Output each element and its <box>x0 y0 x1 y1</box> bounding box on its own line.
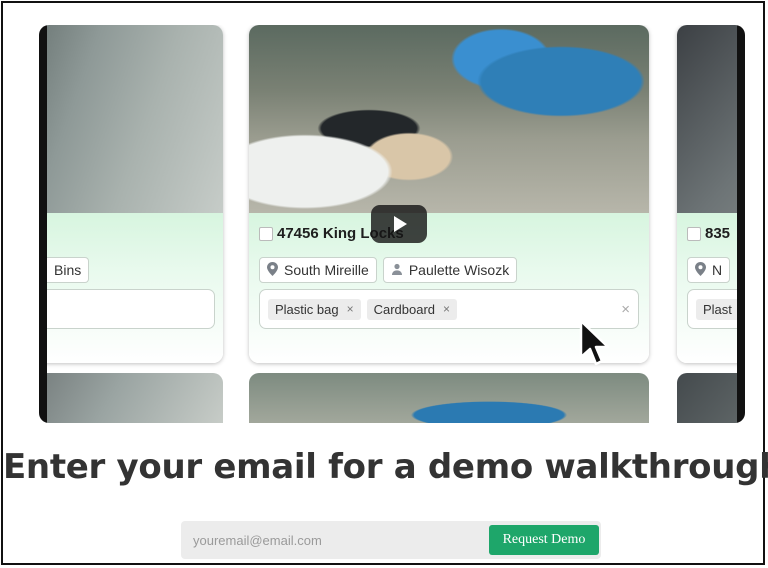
video-frame: Bins 47456 King Locks South Mireille Pau… <box>47 25 737 423</box>
card-body: 835 N Plast <box>677 213 737 363</box>
tag-chip: Plast <box>696 298 737 320</box>
report-card-lower-center <box>249 373 649 423</box>
select-checkbox[interactable] <box>687 226 701 241</box>
report-card-lower-right <box>677 373 737 423</box>
address-text: 835 <box>705 225 731 242</box>
tag-select[interactable]: Plast <box>687 289 737 329</box>
remove-tag-icon[interactable]: × <box>347 302 354 316</box>
location-label: N <box>712 262 723 278</box>
location-label: South Mireille <box>284 262 369 278</box>
map-pin-icon <box>695 261 706 279</box>
tag-chip: Plastic bag × <box>268 298 361 320</box>
page-frame: Bins 47456 King Locks South Mireille Pau… <box>1 1 768 565</box>
location-chip[interactable]: South Mireille <box>259 257 377 283</box>
person-chip[interactable]: Paulette Wisozk <box>382 257 518 283</box>
tag-chip: Cardboard × <box>366 298 458 320</box>
card-body: Bins <box>47 213 223 363</box>
card-chips: South Mireille Paulette Wisozk <box>259 257 518 283</box>
bins-chip[interactable]: Bins <box>47 257 90 283</box>
person-icon <box>391 263 403 278</box>
dumpster-photo <box>677 25 737 213</box>
card-chips: N <box>687 257 731 283</box>
request-demo-button[interactable]: Request Demo <box>489 525 599 555</box>
email-form: Request Demo <box>181 521 601 559</box>
report-card-right[interactable]: 835 N Plast <box>677 25 737 363</box>
play-icon <box>394 216 407 232</box>
clear-tags-icon[interactable]: × <box>621 301 630 318</box>
mouse-cursor-icon <box>579 319 610 366</box>
person-label: Paulette Wisozk <box>408 262 510 278</box>
dumpster-photo <box>47 25 223 213</box>
dumpster-photo <box>249 25 649 213</box>
map-pin-icon <box>267 261 278 279</box>
tag-select[interactable] <box>47 289 215 329</box>
select-checkbox[interactable] <box>259 226 273 241</box>
address-row: 835 <box>687 225 730 242</box>
report-card-left[interactable]: Bins <box>47 25 223 363</box>
demo-video-player[interactable]: Bins 47456 King Locks South Mireille Pau… <box>39 25 745 423</box>
location-chip[interactable]: N <box>687 257 731 283</box>
card-chips: Bins <box>47 257 90 283</box>
play-button[interactable] <box>371 205 427 243</box>
report-card-lower-left <box>47 373 223 423</box>
remove-tag-icon[interactable]: × <box>443 302 450 316</box>
email-input[interactable] <box>181 521 481 559</box>
report-card-center[interactable]: 47456 King Locks South Mireille Paulette… <box>249 25 649 363</box>
cta-headline: Enter your email for a demo walkthrough <box>3 447 768 487</box>
